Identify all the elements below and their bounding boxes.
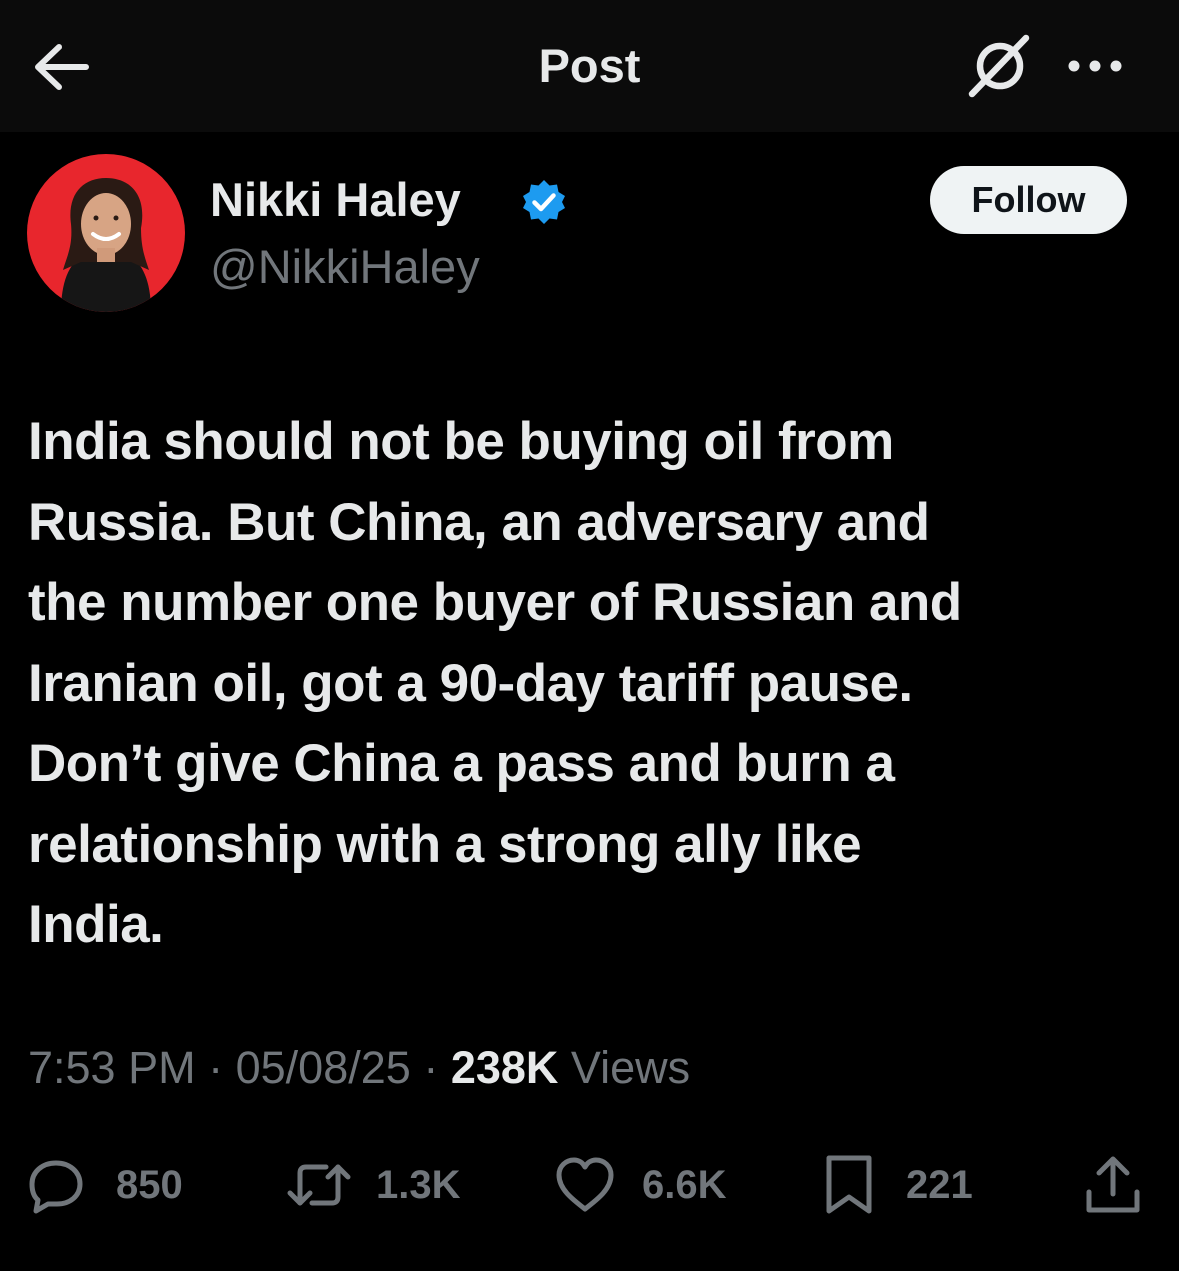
post-text: India should not be buying oil from Russ… xyxy=(28,412,962,954)
views-count: 238K xyxy=(450,1042,559,1093)
share-button[interactable] xyxy=(1084,1150,1142,1220)
share-icon xyxy=(1086,1156,1140,1213)
profile-photo xyxy=(27,154,185,312)
post-time[interactable]: 7:53 PM xyxy=(28,1042,196,1093)
like-button[interactable]: 6.6K xyxy=(554,1150,727,1220)
like-count: 6.6K xyxy=(642,1162,727,1207)
bookmark-count: 221 xyxy=(906,1162,973,1207)
heart-icon xyxy=(556,1157,614,1212)
grok-button[interactable] xyxy=(964,32,1034,102)
grok-icon xyxy=(968,34,1030,98)
avatar[interactable] xyxy=(27,154,185,312)
repost-count: 1.3K xyxy=(376,1162,461,1207)
author-name[interactable]: Nikki Haley xyxy=(210,172,461,227)
verified-badge-icon xyxy=(523,180,565,224)
top-bar: Post xyxy=(0,0,1179,132)
meta-separator: · xyxy=(208,1042,224,1093)
reply-count: 850 xyxy=(116,1162,183,1207)
post-meta: 7:53 PM · 05/08/25 · 238K Views xyxy=(28,1042,690,1094)
follow-button[interactable]: Follow xyxy=(930,166,1127,234)
author-handle[interactable]: @NikkiHaley xyxy=(210,239,480,294)
meta-separator: · xyxy=(423,1042,439,1093)
reply-icon xyxy=(29,1160,83,1214)
bookmark-icon xyxy=(826,1155,872,1214)
bookmark-button[interactable]: 221 xyxy=(824,1150,973,1220)
back-button[interactable] xyxy=(30,38,92,96)
repost-button[interactable]: 1.3K xyxy=(286,1150,461,1220)
views-label: Views xyxy=(570,1042,691,1093)
reply-button[interactable]: 850 xyxy=(26,1150,183,1220)
repost-icon xyxy=(287,1164,351,1206)
post-date[interactable]: 05/08/25 xyxy=(236,1042,411,1093)
more-horizontal-icon xyxy=(1068,60,1122,72)
more-options-button[interactable] xyxy=(1062,46,1128,86)
arrow-left-icon xyxy=(35,44,89,90)
